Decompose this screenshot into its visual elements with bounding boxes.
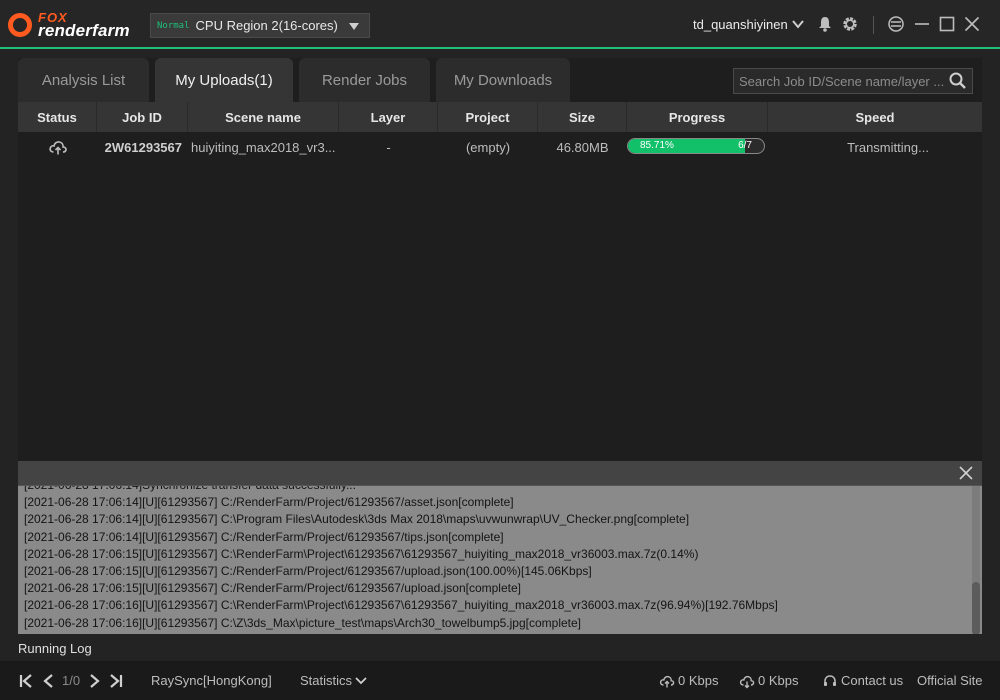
column-header-scene-name[interactable]: Scene name (188, 102, 339, 132)
table-header: Status Job ID Scene name Layer Project S… (18, 102, 982, 132)
log-line: [2021-06-28 17:06:14][U][61293567] C:\Pr… (24, 512, 690, 527)
app-logo: FOX renderfarm (8, 10, 134, 40)
contact-us-label: Contact us (841, 673, 904, 688)
job-id-cell: 2W61293567 (104, 139, 182, 155)
tab-my-downloads[interactable]: My Downloads (436, 58, 570, 102)
transfer-server-label[interactable]: RaySync[HongKong] (151, 661, 272, 700)
log-line: [2021-06-28 17:06:14]Synchronize transfe… (24, 485, 356, 492)
log-line: [2021-06-28 17:06:15][U][61293567] C:/Re… (24, 564, 592, 579)
cloud-download-icon (739, 675, 755, 688)
statistics-label: Statistics (300, 673, 353, 688)
column-header-size[interactable]: Size (538, 102, 627, 132)
upload-speed-value: 0 Kbps (678, 673, 719, 688)
size-cell: 46.80MB (556, 139, 609, 155)
minimize-icon[interactable] (913, 15, 931, 33)
cloud-upload-icon (659, 675, 675, 687)
status-cell (18, 132, 97, 162)
chevron-down-icon[interactable] (792, 18, 804, 30)
log-line: [2021-06-28 17:06:14][U][61293567] C:/Re… (24, 495, 514, 510)
region-tier-badge: Normal (157, 20, 190, 31)
column-header-layer[interactable]: Layer (339, 102, 438, 132)
tab-my-uploads[interactable]: My Uploads(1) (155, 58, 293, 102)
previous-page-icon[interactable] (42, 673, 54, 689)
last-page-icon[interactable] (109, 673, 123, 689)
search-icon[interactable] (948, 71, 968, 91)
speed-cell: Transmitting... (847, 139, 929, 155)
main-panel: Analysis List My Uploads(1) Render Jobs … (18, 58, 982, 461)
chevron-down-icon (355, 676, 367, 684)
region-label: CPU Region 2(16-cores) (195, 18, 338, 33)
gear-icon[interactable] (841, 15, 859, 33)
project-cell: (empty) (465, 139, 511, 155)
column-header-status[interactable]: Status (18, 102, 97, 132)
tab-bar: Analysis List My Uploads(1) Render Jobs … (18, 58, 982, 102)
region-selector[interactable]: Normal CPU Region 2(16-cores) (150, 13, 370, 38)
titlebar-accent-line (0, 47, 1000, 49)
logo-renderfarm-text: renderfarm (38, 21, 130, 40)
next-page-icon[interactable] (89, 673, 101, 689)
progress-count: 6/7 (738, 140, 752, 151)
log-line: [2021-06-28 17:06:16][U][61293567] C:\Re… (24, 598, 778, 613)
caret-down-icon (349, 23, 359, 30)
log-line: [2021-06-28 17:06:15][U][61293567] C:/Re… (24, 581, 521, 596)
progress-percent: 85.71% (640, 140, 674, 151)
scene-name-cell: huiyiting_max2018_vr3... (191, 139, 336, 155)
contact-us-link[interactable]: Contact us (822, 661, 903, 700)
upload-progress-bar: 85.71% 6/7 (627, 138, 765, 154)
log-panel[interactable]: [2021-06-28 17:06:14]Synchronize transfe… (18, 485, 982, 634)
column-header-project[interactable]: Project (438, 102, 538, 132)
download-speed: 0 Kbps (739, 661, 798, 700)
headset-icon (824, 674, 836, 686)
footer-bar: 1/0 RaySync[HongKong] Statistics 0 Kbps … (0, 661, 1000, 700)
layer-cell: - (386, 139, 391, 155)
log-lines: [2021-06-28 17:06:14]Synchronize transfe… (24, 485, 968, 632)
cloud-upload-icon (48, 141, 67, 155)
upload-speed: 0 Kbps (659, 661, 718, 700)
log-scrollbar-thumb[interactable] (972, 582, 980, 634)
close-log-icon[interactable] (958, 465, 974, 481)
tab-render-jobs[interactable]: Render Jobs (299, 58, 430, 102)
close-icon[interactable] (963, 15, 981, 33)
search-input[interactable] (734, 73, 948, 89)
first-page-icon[interactable] (19, 673, 33, 689)
table-row[interactable]: 2W61293567 huiyiting_max2018_vr3... - (e… (18, 132, 982, 162)
title-bar: FOX renderfarm Normal CPU Region 2(16-co… (0, 0, 1000, 49)
statistics-menu[interactable]: Statistics (300, 661, 367, 700)
bell-icon[interactable] (816, 15, 834, 33)
tab-analysis-list[interactable]: Analysis List (18, 58, 149, 102)
titlebar-divider (873, 16, 874, 34)
column-header-job-id[interactable]: Job ID (97, 102, 188, 132)
log-line: [2021-06-28 17:06:15][U][61293567] C:\Re… (24, 546, 699, 561)
username[interactable]: td_quanshiyinen (693, 17, 788, 32)
search-box (733, 68, 973, 94)
log-header (18, 461, 982, 485)
skin-switch-icon[interactable] (887, 15, 905, 33)
running-log-label: Running Log (18, 641, 92, 656)
logo-ring-icon (8, 13, 32, 37)
log-line: [2021-06-28 17:06:14][U][61293567] C:/Re… (24, 529, 504, 544)
maximize-icon[interactable] (938, 15, 956, 33)
official-site-link[interactable]: Official Site (917, 661, 983, 700)
log-line: [2021-06-28 17:06:16][U][61293567] C:\Z\… (24, 615, 581, 630)
column-header-progress[interactable]: Progress (627, 102, 768, 132)
page-indicator: 1/0 (62, 673, 81, 688)
log-scrollbar[interactable] (972, 486, 980, 634)
column-header-speed[interactable]: Speed (768, 102, 982, 132)
download-speed-value: 0 Kbps (758, 673, 799, 688)
